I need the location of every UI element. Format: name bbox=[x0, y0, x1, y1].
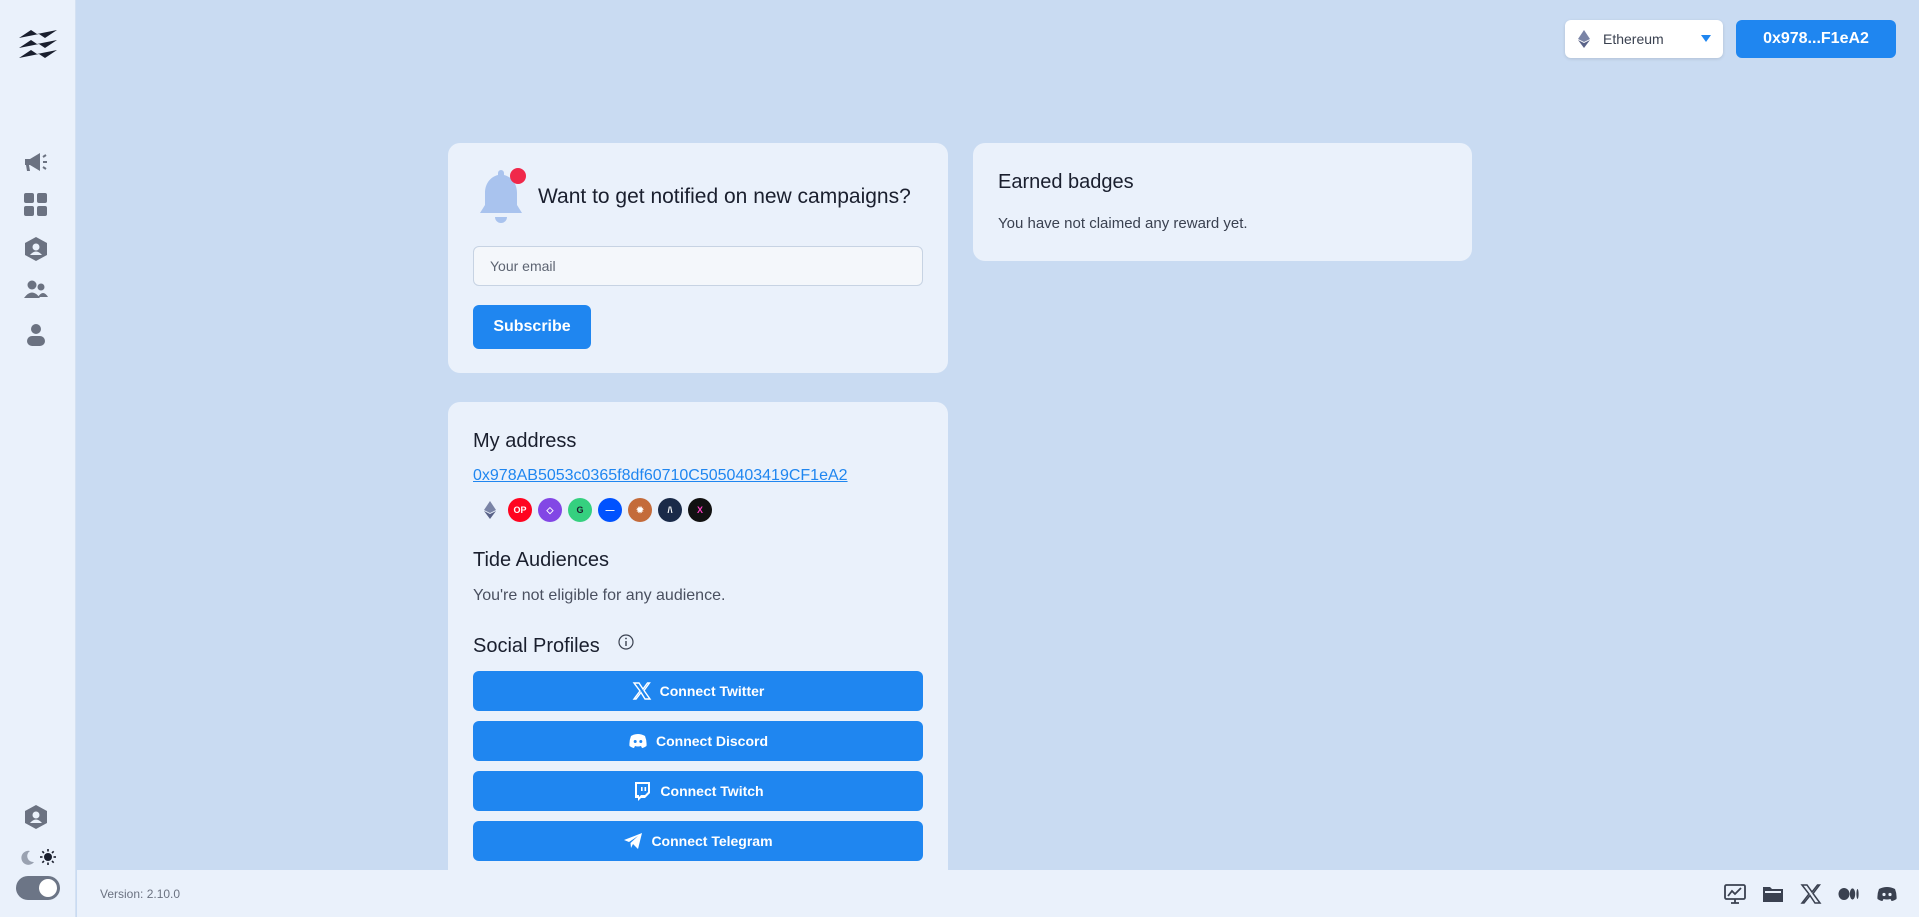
ethereum-icon bbox=[1578, 30, 1590, 48]
sidebar-item-profile[interactable] bbox=[22, 321, 50, 349]
shield-user-icon bbox=[25, 237, 47, 261]
discord-icon bbox=[629, 734, 647, 748]
celo-chain-icon: G bbox=[568, 498, 592, 522]
sidebar-item-dashboard[interactable] bbox=[22, 191, 50, 219]
badges-title: Earned badges bbox=[998, 171, 1134, 193]
connect-twitch-button[interactable]: Connect Twitch bbox=[473, 771, 923, 811]
arbitrum-alt-chain-icon: ✹ bbox=[628, 498, 652, 522]
discord-icon[interactable] bbox=[1875, 883, 1899, 905]
tide-logo-icon[interactable] bbox=[17, 28, 59, 62]
analytics-icon[interactable] bbox=[1723, 883, 1747, 905]
bell-icon bbox=[480, 168, 526, 223]
sidebar bbox=[0, 0, 76, 917]
badges-card: Earned badges You have not claimed any r… bbox=[973, 143, 1472, 261]
optimism-chain-icon: OP bbox=[508, 498, 532, 522]
footer-icons bbox=[1723, 883, 1899, 905]
social-profiles-title: Social Profiles bbox=[473, 635, 600, 657]
info-icon[interactable] bbox=[618, 634, 634, 650]
folder-icon[interactable] bbox=[1761, 883, 1785, 905]
moon-icon bbox=[21, 850, 34, 865]
subscribe-button[interactable]: Subscribe bbox=[473, 305, 591, 349]
ethereum-chain-icon bbox=[478, 498, 502, 522]
address-link[interactable]: 0x978AB5053c0365f8df60710C5050403419CF1e… bbox=[473, 467, 848, 485]
x-twitter-icon bbox=[632, 682, 651, 700]
notify-title: Want to get notified on new campaigns? bbox=[538, 185, 911, 208]
my-address-title: My address bbox=[473, 430, 577, 452]
sidebar-item-community[interactable] bbox=[22, 276, 50, 304]
users-icon bbox=[24, 280, 48, 298]
polygon-chain-icon: ◇ bbox=[538, 498, 562, 522]
wallet-button[interactable]: 0x978...F1eA2 bbox=[1736, 20, 1896, 58]
email-field[interactable] bbox=[473, 246, 923, 286]
sidebar-item-audiences[interactable] bbox=[22, 235, 50, 263]
connect-twitter-label: Connect Twitter bbox=[659, 683, 765, 699]
connect-telegram-label: Connect Telegram bbox=[651, 833, 773, 849]
theme-toggle[interactable] bbox=[16, 876, 60, 900]
network-label: Ethereum bbox=[1603, 31, 1664, 47]
connect-twitter-button[interactable]: Connect Twitter bbox=[473, 671, 923, 711]
connect-discord-button[interactable]: Connect Discord bbox=[473, 721, 923, 761]
theme-indicator bbox=[20, 847, 60, 867]
connect-twitch-label: Connect Twitch bbox=[660, 783, 764, 799]
chevron-down-icon bbox=[1701, 35, 1711, 42]
megaphone-icon bbox=[25, 153, 47, 171]
address-card: My address 0x978AB5053c0365f8df60710C505… bbox=[448, 402, 948, 882]
sidebar-item-bottom-audiences[interactable] bbox=[22, 803, 50, 831]
chain-icons: OP ◇ G — ✹ /\ X bbox=[478, 498, 712, 522]
user-icon bbox=[27, 324, 45, 346]
shield-user-icon bbox=[25, 805, 47, 829]
audiences-text: You're not eligible for any audience. bbox=[473, 587, 726, 604]
notify-card: Want to get notified on new campaigns? S… bbox=[448, 143, 948, 373]
base-chain-icon: — bbox=[598, 498, 622, 522]
network-select[interactable]: Ethereum bbox=[1565, 20, 1723, 58]
immutable-chain-icon: /\ bbox=[658, 498, 682, 522]
connect-discord-label: Connect Discord bbox=[655, 733, 768, 749]
sun-icon bbox=[40, 849, 56, 865]
connect-telegram-button[interactable]: Connect Telegram bbox=[473, 821, 923, 861]
telegram-icon bbox=[624, 833, 643, 849]
medium-icon[interactable] bbox=[1837, 883, 1861, 905]
x-twitter-icon[interactable] bbox=[1799, 883, 1823, 905]
toggle-knob bbox=[39, 879, 57, 897]
twitch-icon bbox=[635, 782, 651, 801]
grid-icon bbox=[24, 193, 47, 216]
badges-empty-text: You have not claimed any reward yet. bbox=[998, 215, 1248, 232]
audiences-title: Tide Audiences bbox=[473, 549, 610, 571]
sidebar-item-campaigns[interactable] bbox=[22, 148, 50, 176]
version-text: Version: 2.10.0 bbox=[100, 887, 181, 901]
linea-chain-icon: X bbox=[688, 498, 712, 522]
footer: Version: 2.10.0 bbox=[77, 870, 1919, 917]
